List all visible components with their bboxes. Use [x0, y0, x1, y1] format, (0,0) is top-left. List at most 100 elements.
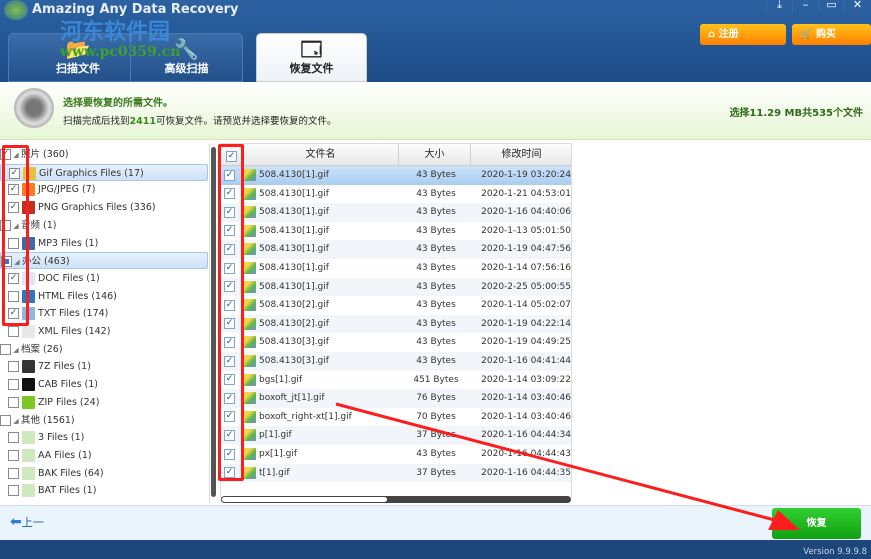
tree-item[interactable]: HTML Files (146) [0, 288, 208, 305]
file-type-icon [22, 378, 35, 392]
tree-item[interactable]: BAT Files (1) [0, 482, 208, 499]
tree-checkbox[interactable] [8, 326, 19, 337]
tree-scrollbar[interactable] [211, 147, 216, 497]
arrow-left-icon: ⬅ [10, 514, 22, 530]
watermark: 河东软件园 [60, 20, 171, 45]
tree-checkbox[interactable] [8, 432, 19, 444]
table-row[interactable]: 508.4130[3].gif 43 Bytes 2020-1-19 04:49:2… [221, 333, 571, 352]
tree-item[interactable]: 7Z Files (1) [0, 358, 208, 375]
back-button[interactable]: ⬅上一 [10, 514, 44, 530]
file-size: 43 Bytes [416, 449, 456, 459]
gif-file-icon [244, 355, 256, 367]
table-horizontal-scrollbar[interactable] [221, 496, 571, 503]
buy-button[interactable]: 🛒 购买 [792, 24, 871, 45]
file-type-icon [22, 325, 35, 338]
version-label: Version 9.9.9.8 [803, 547, 867, 557]
minimize-button[interactable]: – [792, 0, 818, 12]
modified-time: 2020-1-14 03:40:46 [481, 393, 571, 404]
tree-checkbox[interactable] [8, 396, 19, 408]
modified-time: 2020-1-19 04:49:25 [481, 337, 571, 348]
recover-button[interactable]: 恢复 [772, 508, 861, 539]
modified-time: 2020-1-13 05:01:50 [481, 225, 571, 236]
gif-file-icon [244, 187, 256, 200]
file-size: 43 Bytes [416, 356, 456, 366]
table-row[interactable]: t[1].gif 37 Bytes 2020-1-16 04:44:35 [221, 463, 571, 483]
file-type-icon [22, 484, 35, 498]
tree-category[interactable]: ◢ 档案 (26) [0, 341, 208, 358]
table-row[interactable]: boxoft_jt[1].gif 76 Bytes 2020-1-14 03:40:… [221, 389, 571, 408]
tree-checkbox[interactable] [8, 449, 19, 461]
gif-file-icon [244, 243, 256, 256]
tree-checkbox[interactable] [0, 414, 11, 426]
modified-time: 2020-1-16 04:44:43 [481, 449, 571, 459]
gif-file-icon [244, 336, 256, 349]
table-row[interactable]: p[1].gif 37 Bytes 2020-1-16 04:44:34 [221, 426, 571, 445]
tree-item[interactable]: CAB Files (1) [0, 376, 208, 393]
tab-recover-files[interactable]: 🗔 恢复文件 [256, 33, 367, 82]
tree-item[interactable]: DOC Files (1) [0, 270, 208, 287]
column-filename[interactable]: 文件名 [243, 144, 399, 166]
tree-item[interactable]: MP3 Files (1) [0, 235, 208, 252]
tree-category[interactable]: ◢照片 (360) [0, 146, 208, 163]
header: Amazing Any Data Recovery 📂 扫描文件 🔧 高级扫描 🗔 恢… [0, 0, 871, 82]
tree-checkbox[interactable] [0, 343, 11, 355]
maximize-button[interactable]: ▭ [818, 0, 844, 12]
column-size[interactable]: 大小 [399, 144, 471, 166]
table-row[interactable]: 508.4130[1].gif 43 Bytes 2020-1-16 04:40:0… [221, 203, 571, 222]
modified-time: 2020-1-16 04:40:06 [481, 207, 571, 218]
table-row[interactable]: 508.4130[1].gif 43 Bytes 2020-1-14 07:56:1… [221, 259, 571, 278]
tree-item[interactable]: Gif Graphics Files (17) [0, 163, 208, 181]
scrollbar-thumb[interactable] [222, 497, 387, 502]
gif-file-icon [244, 224, 256, 237]
table-row[interactable]: 508.4130[1].gif 43 Bytes 2020-1-19 03:20:2… [221, 166, 571, 185]
export-icon[interactable]: ⤓ [766, 0, 792, 12]
tree-item[interactable]: XML Files (142) [0, 323, 208, 340]
column-modified[interactable]: 修改时间 [471, 144, 571, 166]
modified-time: 2020-1-14 03:09:22 [481, 374, 571, 385]
annotation-box-tree [2, 145, 29, 326]
tree-checkbox[interactable] [8, 467, 19, 479]
expand-triangle-icon[interactable]: ◢ [11, 342, 21, 359]
gif-file-icon [244, 448, 256, 460]
table-row[interactable]: 508.4130[1].gif 43 Bytes 2020-2-25 05:00:5… [221, 277, 571, 297]
table-row[interactable]: bgs[1].gif 451 Bytes 2020-1-14 03:09:22 [221, 371, 571, 390]
gif-file-icon [244, 299, 256, 312]
modified-time: 2020-1-14 07:56:16 [481, 263, 571, 273]
gif-file-icon [244, 206, 256, 219]
table-row[interactable]: 508.4130[1].gif 43 Bytes 2020-1-19 04:47:5… [221, 240, 571, 259]
tree-checkbox[interactable] [8, 379, 19, 391]
close-button[interactable]: ✕ [844, 0, 870, 12]
basket-icon: ⌂ [708, 29, 719, 40]
tree-item[interactable]: BAK Files (64) [0, 465, 208, 482]
file-type-icon [22, 395, 35, 409]
tree-item[interactable]: 3 Files (1) [0, 429, 208, 446]
table-row[interactable]: 508.4130[1].gif 43 Bytes 2020-1-21 04:53:0… [221, 185, 571, 204]
tree-item[interactable]: JPG/JPEG (7) [0, 181, 208, 198]
tree-item[interactable]: TXT Files (174) [0, 305, 208, 322]
tree-item[interactable]: PNG Graphics Files (336) [0, 199, 208, 216]
annotation-box-table [218, 144, 244, 481]
status-bar: Version 9.9.9.8 [0, 540, 871, 559]
modified-time: 2020-2-25 05:00:55 [481, 281, 571, 292]
tree-checkbox[interactable] [8, 485, 19, 497]
tree-category[interactable]: ◢ 办公 (463) [0, 252, 208, 270]
table-row[interactable]: 508.4130[2].gif 43 Bytes 2020-1-14 05:02:0… [221, 296, 571, 315]
tree-checkbox[interactable] [8, 361, 19, 373]
register-button[interactable]: ⌂ 注册 [700, 24, 786, 45]
tree-category[interactable]: ◢ 其他 (1561) [0, 412, 208, 429]
app-logo [4, 0, 28, 20]
file-size: 37 Bytes [416, 467, 456, 478]
table-row[interactable]: 508.4130[2].gif 43 Bytes 2020-1-19 04:22:1… [221, 314, 571, 334]
table-row[interactable]: 508.4130[1].gif 43 Bytes 2020-1-13 05:01:5… [221, 222, 571, 241]
tree-category[interactable]: ◢ 音频 (1) [0, 217, 208, 234]
table-row[interactable]: px[1].gif 43 Bytes 2020-1-16 04:44:43 [221, 445, 571, 464]
table-row[interactable]: boxoft_right-xt[1].gif 70 Bytes 2020-1-14 … [221, 408, 571, 427]
expand-triangle-icon[interactable]: ◢ [11, 413, 21, 430]
tree-item[interactable]: AA Files (1) [0, 447, 208, 464]
tree-item[interactable]: ZIP Files (24) [0, 394, 208, 411]
modified-time: 2020-1-19 04:47:56 [481, 244, 571, 255]
table-row[interactable]: 508.4130[3].gif 43 Bytes 2020-1-16 04:41:4… [221, 352, 571, 371]
bottom-bar: ⬅上一 恢复 [0, 505, 871, 540]
file-type-icon [22, 466, 35, 480]
file-name: px[1].gif [259, 449, 298, 459]
